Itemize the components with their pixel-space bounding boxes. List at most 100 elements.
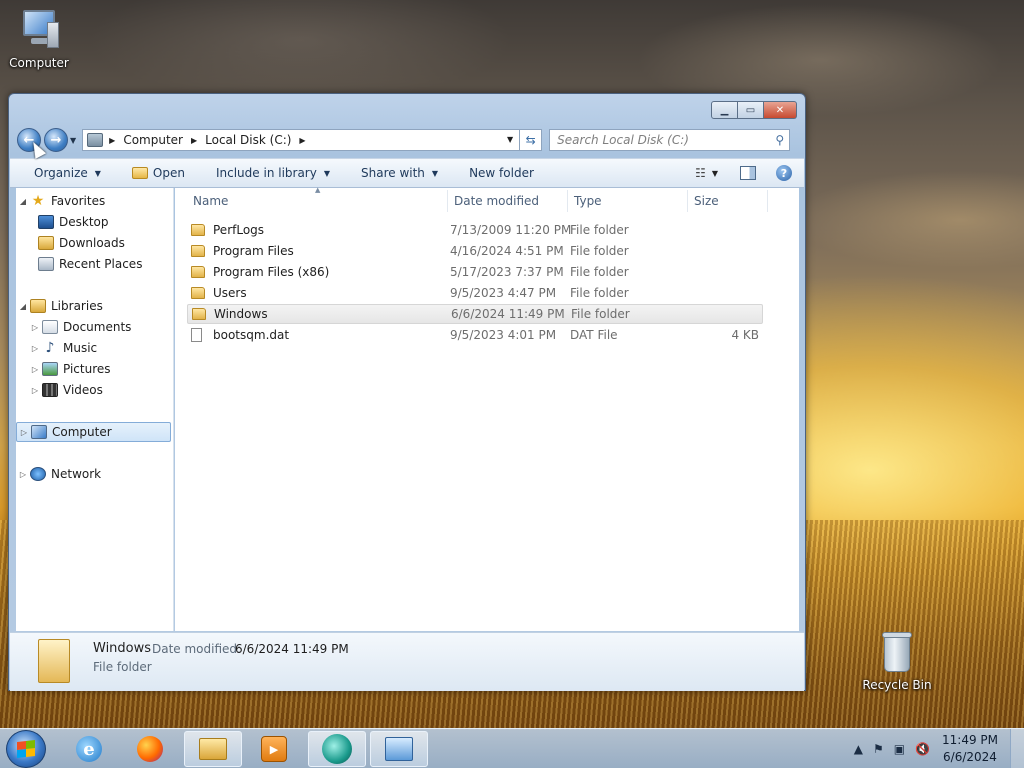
collapse-arrow-icon[interactable]: ▷: [28, 323, 42, 332]
desktop-icon-computer[interactable]: Computer: [2, 8, 76, 70]
computer-icon: [17, 8, 61, 52]
desktop-icon-label: Recycle Bin: [862, 678, 932, 692]
nav-label: Computer: [52, 425, 112, 439]
folder-icon: [191, 287, 205, 299]
column-header-date-modified[interactable]: Date modified: [454, 194, 539, 208]
column-divider[interactable]: [767, 190, 768, 212]
view-dropdown-icon[interactable]: ▼: [712, 169, 718, 178]
collapse-arrow-icon[interactable]: ▷: [28, 365, 42, 374]
desktop-icon-label: Computer: [9, 56, 69, 70]
recent-pages-dropdown[interactable]: ▼: [70, 136, 76, 145]
nav-label: Pictures: [63, 362, 111, 376]
nav-favorites[interactable]: ◢ ★ Favorites: [16, 191, 105, 211]
taskbar-windows-explorer[interactable]: [184, 731, 242, 767]
new-folder-button[interactable]: New folder: [469, 166, 534, 180]
include-in-library-button[interactable]: Include in library ▼: [216, 166, 330, 180]
nav-libraries[interactable]: ◢ Libraries: [16, 296, 103, 316]
breadcrumb-local-disk[interactable]: Local Disk (C:): [205, 133, 291, 147]
recent-places-icon: [38, 257, 54, 271]
organize-label: Organize: [34, 166, 88, 180]
firefox-icon: [137, 736, 163, 762]
nav-item-recent-places[interactable]: Recent Places: [38, 254, 142, 274]
network-status-icon[interactable]: ▣: [894, 742, 905, 756]
action-center-flag-icon[interactable]: ⚑: [873, 742, 884, 756]
help-icon[interactable]: ?: [776, 165, 792, 181]
search-placeholder: Search Local Disk (C:): [557, 133, 689, 147]
show-hidden-icons-icon[interactable]: ▲: [854, 742, 863, 756]
show-desktop-button[interactable]: [1010, 729, 1024, 768]
search-input[interactable]: Search Local Disk (C:) ⚲: [549, 129, 791, 151]
address-bar[interactable]: ▶ Computer ▶ Local Disk (C:) ▶ ▼: [82, 129, 521, 151]
clock-date: 6/6/2024: [943, 750, 997, 764]
chevron-right-icon[interactable]: ▶: [109, 136, 115, 145]
nav-item-music[interactable]: ▷ ♪ Music: [28, 338, 97, 358]
nav-item-downloads[interactable]: Downloads: [38, 233, 125, 253]
taskbar-firefox[interactable]: [121, 731, 179, 767]
table-row[interactable]: Users 9/5/2023 4:47 PM File folder: [187, 283, 763, 303]
internet-explorer-icon: e: [76, 736, 102, 762]
music-note-icon: ♪: [45, 340, 55, 356]
table-row[interactable]: Windows 6/6/2024 11:49 PM File folder: [187, 304, 763, 324]
view-options-icon[interactable]: ☷: [695, 166, 706, 180]
table-row[interactable]: Program Files (x86) 5/17/2023 7:37 PM Fi…: [187, 262, 763, 282]
computer-icon: [31, 425, 47, 439]
navigation-bar: ← → ▼ ▶ Computer ▶ Local Disk (C:) ▶ ▼ ⇆…: [17, 127, 797, 153]
table-row[interactable]: PerfLogs 7/13/2009 11:20 PM File folder: [187, 220, 763, 240]
table-row[interactable]: bootsqm.dat 9/5/2023 4:01 PM DAT File 4 …: [187, 325, 763, 345]
expand-arrow-icon[interactable]: ◢: [16, 302, 30, 311]
collapse-arrow-icon[interactable]: ▷: [16, 470, 30, 479]
column-divider[interactable]: [567, 190, 568, 212]
nav-label: Documents: [63, 320, 132, 334]
preview-pane-icon[interactable]: [740, 166, 756, 180]
column-header-size[interactable]: Size: [694, 194, 719, 208]
file-name: Windows: [214, 307, 268, 321]
refresh-button[interactable]: ⇆: [520, 129, 543, 151]
maximize-button[interactable]: ▭: [738, 101, 764, 119]
clock-time: 11:49 PM: [942, 733, 998, 747]
chevron-right-icon[interactable]: ▶: [299, 136, 305, 145]
drive-icon: [87, 133, 104, 147]
window-controls: ▁ ▭ ✕: [711, 101, 797, 119]
collapse-arrow-icon[interactable]: ▷: [28, 344, 42, 353]
taskbar-screen-app[interactable]: [308, 731, 366, 767]
taskbar: e ▶ ▲ ⚑ ▣ 🔇 11:49 PM 6/6/2024: [0, 728, 1024, 768]
nav-label: Desktop: [59, 215, 109, 229]
nav-label: Favorites: [51, 194, 106, 208]
nav-item-desktop[interactable]: Desktop: [38, 212, 109, 232]
nav-item-pictures[interactable]: ▷ Pictures: [28, 359, 111, 379]
desktop-icon-recycle-bin[interactable]: Recycle Bin: [860, 630, 934, 692]
volume-muted-icon[interactable]: 🔇: [915, 742, 930, 756]
address-dropdown-icon[interactable]: ▼: [507, 135, 513, 144]
minimize-button[interactable]: ▁: [711, 101, 738, 119]
nav-network[interactable]: ▷ Network: [16, 464, 101, 484]
close-button[interactable]: ✕: [764, 101, 797, 119]
table-row[interactable]: Program Files 4/16/2024 4:51 PM File fol…: [187, 241, 763, 261]
search-icon[interactable]: ⚲: [775, 133, 784, 147]
column-divider[interactable]: [687, 190, 688, 212]
column-header-type[interactable]: Type: [574, 194, 602, 208]
chevron-right-icon[interactable]: ▶: [191, 136, 197, 145]
organize-button[interactable]: Organize ▼: [34, 166, 101, 180]
nav-item-documents[interactable]: ▷ Documents: [28, 317, 131, 337]
taskbar-internet-explorer[interactable]: e: [60, 731, 118, 767]
start-button[interactable]: [6, 730, 46, 768]
clock[interactable]: 11:49 PM 6/6/2024: [940, 732, 1000, 766]
open-button[interactable]: Open: [131, 166, 185, 180]
file-date: 9/5/2023 4:47 PM: [450, 286, 557, 300]
folder-icon: [38, 639, 70, 683]
column-divider[interactable]: [447, 190, 448, 212]
collapse-arrow-icon[interactable]: ▷: [28, 386, 42, 395]
nav-item-videos[interactable]: ▷ Videos: [28, 380, 103, 400]
taskbar-media-player[interactable]: ▶: [245, 731, 303, 767]
taskbar-remote-desktop[interactable]: [370, 731, 428, 767]
collapse-arrow-icon[interactable]: ▷: [17, 428, 31, 437]
nav-label: Libraries: [51, 299, 103, 313]
expand-arrow-icon[interactable]: ◢: [16, 197, 30, 206]
forward-button[interactable]: →: [44, 128, 68, 152]
breadcrumb-computer[interactable]: Computer: [123, 133, 183, 147]
videos-icon: [42, 383, 58, 397]
share-with-button[interactable]: Share with ▼: [361, 166, 438, 180]
nav-computer[interactable]: ▷ Computer: [16, 422, 171, 442]
column-header-name[interactable]: Name: [193, 194, 228, 208]
file-name: bootsqm.dat: [213, 328, 290, 342]
